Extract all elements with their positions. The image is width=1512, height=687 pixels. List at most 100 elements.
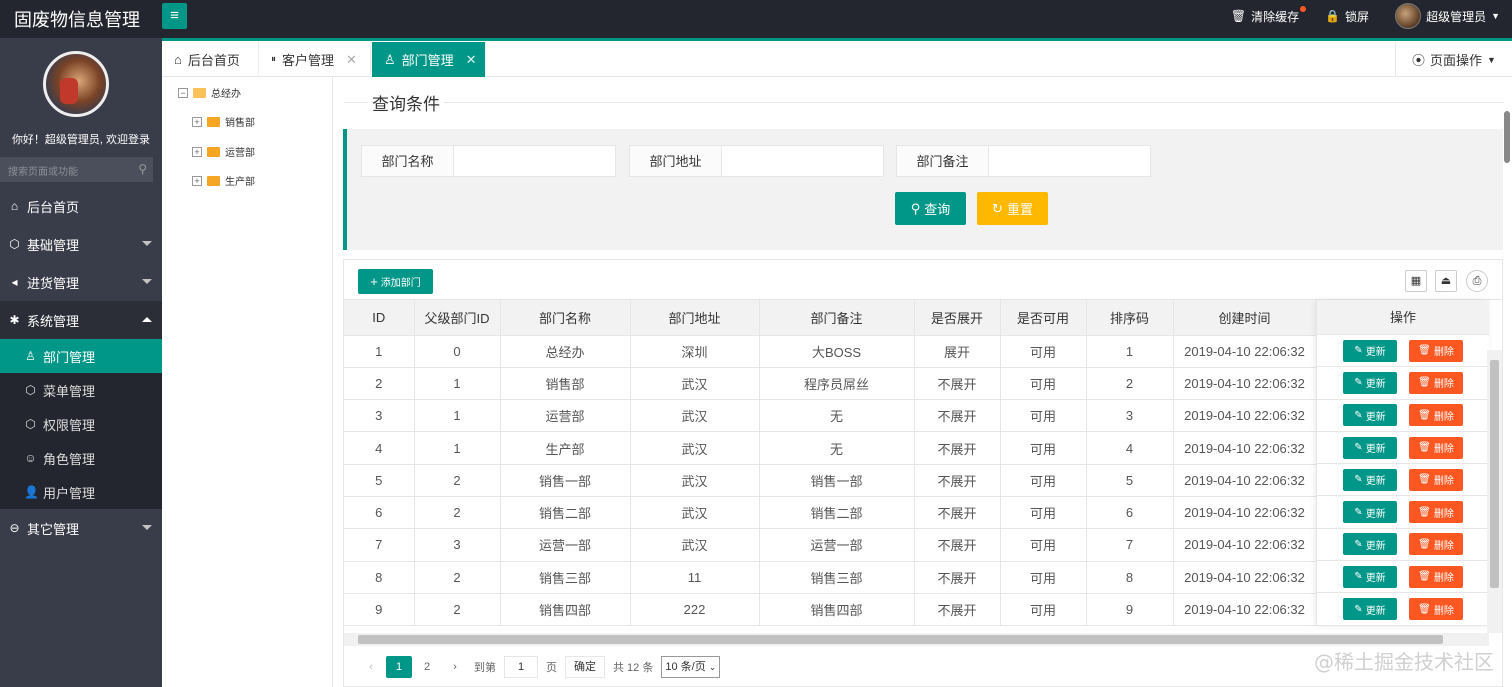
table-cell: 可用 bbox=[1000, 367, 1087, 401]
next-page-icon[interactable]: › bbox=[442, 656, 468, 678]
column-header[interactable]: 部门名称 bbox=[500, 300, 631, 336]
edit-button[interactable]: ✎ 更新 bbox=[1343, 468, 1397, 491]
tab-customer[interactable]: ⏸ 客户管理 ✕ bbox=[259, 42, 371, 77]
table-row[interactable]: 1 0 总经办 深圳 大BOSS 展开 可用 1 2019-04-10 22:06:32 bbox=[344, 335, 1317, 368]
sidebar-item-dept[interactable]: ♙ 部门管理 bbox=[0, 339, 162, 373]
table-cell: 1 bbox=[414, 431, 501, 465]
column-header[interactable]: 父级部门ID bbox=[414, 300, 501, 336]
tab-dept[interactable]: ♙ 部门管理 ✕ bbox=[372, 42, 486, 77]
vertical-scrollbar[interactable] bbox=[1487, 350, 1502, 633]
columns-icon[interactable]: ▦ bbox=[1405, 270, 1427, 292]
tree-node-label: 总经办 bbox=[211, 89, 241, 100]
sidebar-search-input[interactable]: 搜索页面或功能 ⚲ bbox=[0, 157, 153, 182]
tree-node-root[interactable]: − 总经办 bbox=[178, 85, 241, 100]
column-header[interactable]: 是否可用 bbox=[1000, 300, 1087, 336]
page-2-button[interactable]: 2 bbox=[414, 656, 440, 678]
column-header[interactable]: 排序码 bbox=[1086, 300, 1174, 336]
add-department-button[interactable]: + 添加部门 bbox=[358, 269, 433, 294]
edit-button[interactable]: ✎ 更新 bbox=[1343, 436, 1397, 459]
sidebar-item-system[interactable]: ✱ 系统管理 bbox=[0, 301, 162, 339]
delete-button[interactable]: 🗑 删除 bbox=[1409, 339, 1463, 362]
horizontal-scrollbar[interactable] bbox=[344, 633, 1489, 646]
table-cell: 销售三部 bbox=[759, 561, 915, 594]
table-row[interactable]: 2 1 销售部 武汉 程序员屌丝 不展开 可用 2 2019-04-10 22:06:32 bbox=[344, 367, 1317, 401]
menu-toggle-icon[interactable]: ≡ bbox=[162, 3, 187, 29]
delete-button[interactable]: 🗑 删除 bbox=[1409, 436, 1463, 459]
tree-node[interactable]: + 运营部 bbox=[192, 144, 255, 159]
edit-button[interactable]: ✎ 更新 bbox=[1343, 533, 1397, 556]
edit-button[interactable]: ✎ 更新 bbox=[1343, 371, 1397, 394]
delete-button-label: 删除 bbox=[1433, 347, 1454, 359]
table-row[interactable]: 9 2 销售四部 222 销售四部 不展开 可用 9 2019-04-10 22:06:32 bbox=[344, 593, 1317, 627]
close-icon[interactable]: ✕ bbox=[466, 52, 477, 68]
expand-icon[interactable]: + bbox=[192, 175, 202, 186]
page-size-select[interactable]: 10 条/页 ⌄ bbox=[661, 656, 721, 678]
table-cell: 3 bbox=[414, 528, 501, 562]
edit-button-label: 更新 bbox=[1365, 573, 1386, 585]
delete-button[interactable]: 🗑 删除 bbox=[1409, 501, 1463, 524]
table-cell: 11 bbox=[630, 561, 760, 594]
print-icon[interactable]: ⎙ bbox=[1466, 270, 1488, 292]
expand-icon[interactable]: + bbox=[192, 146, 202, 157]
close-icon[interactable]: ✕ bbox=[346, 52, 357, 68]
column-header[interactable]: 部门地址 bbox=[630, 300, 760, 336]
sidebar-item-permission[interactable]: ⬡ 权限管理 bbox=[0, 407, 162, 441]
column-header[interactable]: 是否展开 bbox=[914, 300, 1001, 336]
sidebar-item-menu[interactable]: ⬡ 菜单管理 bbox=[0, 373, 162, 407]
delete-button[interactable]: 🗑 删除 bbox=[1409, 565, 1463, 588]
page-operations-button[interactable]: ⦿ 页面操作 ▼ bbox=[1395, 42, 1512, 77]
table-cell: 不展开 bbox=[914, 367, 1001, 401]
table-cell: 销售三部 bbox=[500, 561, 631, 594]
trash-icon: 🗑 bbox=[1418, 506, 1431, 518]
tree-node[interactable]: + 销售部 bbox=[192, 114, 255, 129]
sidebar-item-role[interactable]: ☺ 角色管理 bbox=[0, 441, 162, 475]
edit-button[interactable]: ✎ 更新 bbox=[1343, 339, 1397, 362]
sidebar-item-home[interactable]: ⌂ 后台首页 bbox=[0, 187, 162, 225]
sidebar-item-user[interactable]: 👤 用户管理 bbox=[0, 475, 162, 509]
page-scrollbar[interactable] bbox=[1502, 107, 1512, 187]
watermark: @稀土掘金技术社区 bbox=[1314, 650, 1494, 674]
table-row[interactable]: 3 1 运营部 武汉无不展开 可用 3 2019-04-10 22:06:32 bbox=[344, 399, 1317, 433]
sidebar-item-basic[interactable]: ⬡ 基础管理 bbox=[0, 225, 162, 263]
dept-remark-input[interactable] bbox=[989, 145, 1151, 177]
sidebar-item-other[interactable]: ⊖ 其它管理 bbox=[0, 509, 162, 547]
edit-button[interactable]: ✎ 更新 bbox=[1343, 565, 1397, 588]
delete-button[interactable]: 🗑 删除 bbox=[1409, 598, 1463, 621]
edit-button[interactable]: ✎ 更新 bbox=[1343, 598, 1397, 621]
tree-node[interactable]: + 生产部 bbox=[192, 173, 255, 188]
table-cell: 可用 bbox=[1000, 593, 1087, 627]
column-header[interactable]: 部门备注 bbox=[759, 300, 915, 336]
tab-home[interactable]: ⌂ 后台首页 bbox=[162, 42, 259, 77]
row-actions: ✎ 更新 🗑 删除 bbox=[1317, 400, 1489, 432]
delete-button[interactable]: 🗑 删除 bbox=[1409, 468, 1463, 491]
column-header[interactable]: 创建时间 bbox=[1173, 300, 1317, 336]
column-header[interactable]: ID bbox=[344, 300, 415, 336]
table-row[interactable]: 8 2 销售三部 11 销售三部 不展开 可用 8 2019-04-10 22:06:32 bbox=[344, 561, 1317, 594]
expand-icon[interactable]: + bbox=[192, 116, 202, 127]
delete-button[interactable]: 🗑 删除 bbox=[1409, 371, 1463, 394]
table-row[interactable]: 6 2 销售二部 武汉 销售二部 不展开 可用 6 2019-04-10 22:06:32 bbox=[344, 496, 1317, 530]
dept-address-input[interactable] bbox=[722, 145, 884, 177]
goto-page-input[interactable]: 1 bbox=[504, 656, 538, 678]
collapse-icon[interactable]: − bbox=[178, 87, 188, 98]
table-row[interactable]: 7 3 运营一部 武汉 运营一部 不展开 可用 7 2019-04-10 22:06:32 bbox=[344, 528, 1317, 562]
lock-screen-button[interactable]: 🔒 锁屏 bbox=[1325, 8, 1369, 25]
table-row[interactable]: 4 1 生产部 武汉无不展开 可用 4 2019-04-10 22:06:32 bbox=[344, 431, 1317, 465]
export-icon[interactable]: ⏏ bbox=[1435, 270, 1457, 292]
prev-page-icon[interactable]: ‹ bbox=[358, 656, 384, 678]
user-menu[interactable]: 超级管理员 ▼ bbox=[1395, 3, 1500, 29]
table-row[interactable]: 5 2 销售一部 武汉 销售一部 不展开 可用 5 2019-04-10 22:06:32 bbox=[344, 464, 1317, 497]
edit-button[interactable]: ✎ 更新 bbox=[1343, 501, 1397, 524]
sidebar-item-purchase[interactable]: ◂ 进货管理 bbox=[0, 263, 162, 301]
delete-button[interactable]: 🗑 删除 bbox=[1409, 404, 1463, 427]
table-cell: 无 bbox=[759, 431, 915, 465]
dept-name-input[interactable] bbox=[454, 145, 616, 177]
page-1-button[interactable]: 1 bbox=[386, 656, 412, 678]
edit-button[interactable]: ✎ 更新 bbox=[1343, 404, 1397, 427]
delete-button[interactable]: 🗑 删除 bbox=[1409, 533, 1463, 556]
lock-label: 锁屏 bbox=[1345, 9, 1370, 24]
search-button[interactable]: ⚲ 查询 bbox=[895, 192, 966, 225]
goto-confirm-button[interactable]: 确定 bbox=[565, 656, 605, 678]
reset-button[interactable]: ↻ 重置 bbox=[977, 192, 1048, 225]
clear-cache-button[interactable]: 🗑 清除缓存 bbox=[1231, 5, 1307, 25]
